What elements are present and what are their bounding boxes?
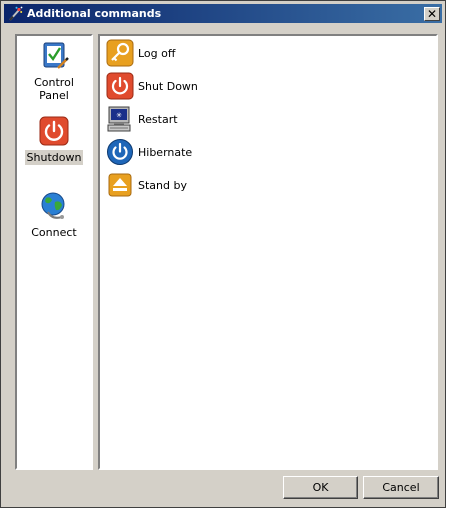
hibernate-icon — [107, 139, 133, 165]
title-bar[interactable]: Additional commands ✕ — [4, 4, 442, 23]
cancel-button[interactable]: Cancel — [363, 476, 439, 499]
shutdown-icon — [39, 116, 69, 146]
sidebar-item-label: Shutdown — [24, 150, 84, 165]
command-hibernate[interactable]: Hibernate — [106, 137, 192, 167]
command-log-off[interactable]: Log off — [106, 38, 175, 68]
command-shut-down[interactable]: Shut Down — [106, 71, 198, 101]
ok-button[interactable]: OK — [283, 476, 358, 499]
magic-wand-icon — [9, 6, 23, 21]
computer-icon: ✳ — [107, 106, 131, 132]
key-icon — [106, 39, 134, 67]
svg-text:✳: ✳ — [116, 112, 122, 120]
dialog-window: Additional commands ✕ Control Panel Shut… — [0, 0, 446, 508]
close-icon: ✕ — [426, 6, 438, 21]
sidebar-item-label: Control Panel — [34, 76, 74, 102]
command-restart[interactable]: ✳ Restart — [106, 104, 178, 134]
globe-icon — [41, 192, 65, 219]
command-label: Shut Down — [138, 79, 198, 93]
category-sidebar: Control Panel Shutdown Connect — [15, 34, 93, 470]
command-label: Hibernate — [138, 145, 193, 159]
sidebar-item-connect[interactable]: Connect — [17, 190, 91, 240]
command-stand-by[interactable]: Stand by — [106, 170, 187, 200]
command-label: Stand by — [138, 178, 187, 192]
sidebar-item-label: Connect — [31, 226, 77, 239]
control-panel-icon — [43, 42, 69, 69]
sidebar-item-shutdown[interactable]: Shutdown — [17, 115, 91, 165]
sidebar-item-control-panel[interactable]: Control Panel — [17, 40, 91, 103]
command-list: Log off Shut Down ✳ Restart Hibernate St… — [98, 34, 438, 470]
command-label: Log off — [138, 46, 176, 60]
power-icon — [106, 72, 134, 100]
command-label: Restart — [138, 112, 178, 126]
window-title: Additional commands — [27, 7, 162, 20]
eject-icon — [108, 173, 132, 197]
close-button[interactable]: ✕ — [424, 6, 440, 21]
